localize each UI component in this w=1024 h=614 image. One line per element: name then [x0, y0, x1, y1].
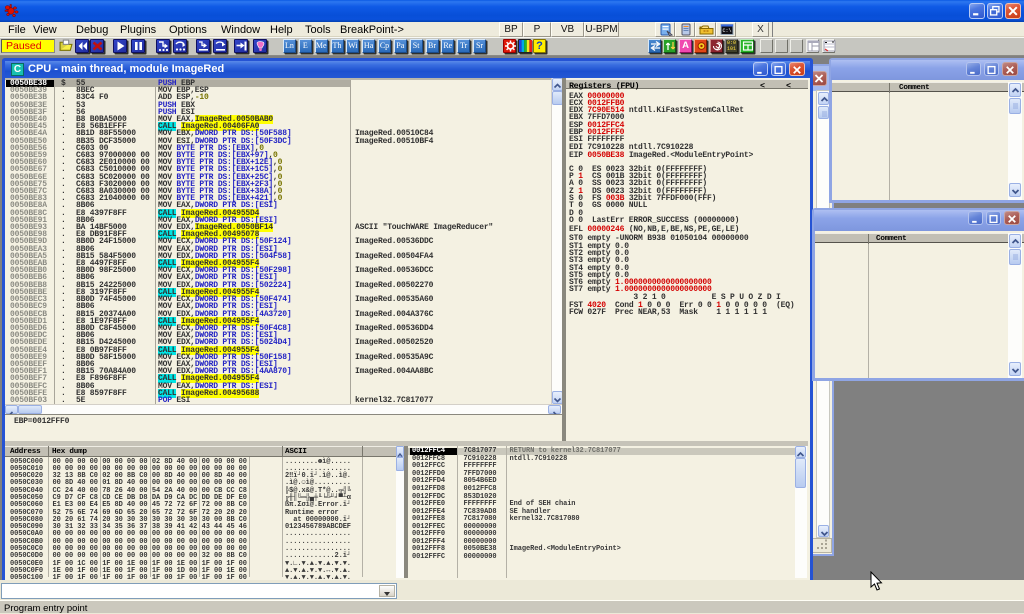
svg-text:C:\: C:\	[723, 28, 732, 34]
